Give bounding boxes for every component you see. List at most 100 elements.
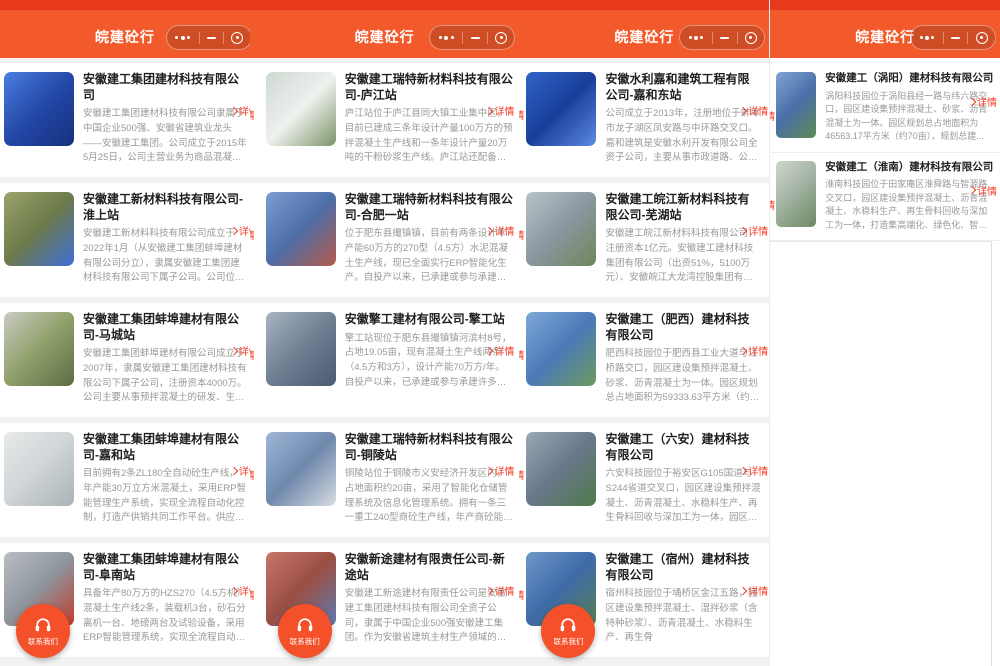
company-title: 安徽建工新材料科技有限公司-淮上站: [83, 192, 248, 223]
company-title: 安徽建工（淮南）建材科技有限公司: [825, 161, 994, 175]
more-icon[interactable]: [438, 36, 455, 40]
details-link[interactable]: 详情: [486, 583, 514, 598]
more-icon[interactable]: [688, 36, 705, 40]
company-card[interactable]: 情 安徽建工瑞特新材料科技有限公司-庐江站 庐江站位于庐江县同大镇工业集中区，目…: [250, 63, 520, 177]
contact-us-button[interactable]: 联系我们: [16, 604, 70, 658]
clipped-details-fragment: 情: [250, 467, 255, 482]
company-title: 安徽建工集团蚌埠建材有限公司-嘉和站: [83, 432, 248, 463]
miniprogram-capsule: [910, 25, 996, 50]
company-title: 安徽建工（六安）建材科技有限公司: [605, 432, 761, 463]
company-card[interactable]: 情 安徽建工（肥西）建材科技有限公司 肥西科技园位于肥西县工业大道与江桥路交口，…: [519, 303, 769, 417]
company-card[interactable]: 安徽建工集团建材科技有限公司 安徽建工集团建材科技有限公司隶属于中国企业500强…: [0, 63, 250, 177]
details-label: 详情: [748, 463, 768, 478]
exit-icon[interactable]: [495, 32, 507, 44]
details-link[interactable]: 详情: [231, 343, 250, 358]
company-card[interactable]: 情 安徽建工皖江新材料科技有限公司-芜湖站 安徽建工皖江新材料科技有限公司，注册…: [519, 183, 769, 297]
exit-icon[interactable]: [976, 32, 988, 44]
details-link[interactable]: 详情: [486, 103, 514, 118]
details-link[interactable]: 详情: [486, 343, 514, 358]
empty-page-area: [770, 241, 992, 666]
details-link[interactable]: 详情: [969, 183, 997, 198]
company-card[interactable]: 安徽建工新材料科技有限公司-淮上站 安徽建工新材料科技有限公司成立于2022年1…: [0, 183, 250, 297]
clipped-details-fragment: 情: [769, 197, 775, 212]
details-link[interactable]: 详情: [740, 343, 768, 358]
details-link[interactable]: 详情: [740, 103, 768, 118]
company-card[interactable]: 情 安徽擎工建材有限公司-擎工站 擎工站现位于肥东县撮镇镇河滨村8号，占地19.…: [250, 303, 520, 417]
card-text: 安徽建工皖江新材料科技有限公司-芜湖站 安徽建工皖江新材料科技有限公司，注册资本…: [605, 192, 761, 286]
company-card[interactable]: 情 安徽建工瑞特新材料科技有限公司-铜陵站 铜陵站位于铜陵市义安经济开发区内，占…: [250, 423, 520, 537]
company-title: 安徽建工（肥西）建材科技有限公司: [605, 312, 761, 343]
details-label: 详情: [748, 103, 768, 118]
headset-icon: [295, 615, 315, 635]
details-label: 详情: [239, 103, 250, 118]
company-description: 具备年产80万方的HZS270（4.5方机）混凝土生产线2条，装载机3台，砂石分…: [83, 587, 248, 646]
app-header: 皖建砼行: [250, 0, 520, 58]
company-title: 安徽建工瑞特新材料科技有限公司-铜陵站: [345, 432, 514, 463]
minimize-icon[interactable]: [471, 37, 480, 39]
card-text: 安徽水利嘉和建筑工程有限公司-嘉和东站 公司成立于2013年，注册地位于蚌埠市龙…: [605, 72, 761, 166]
details-label: 详情: [494, 583, 514, 598]
city-street-plant-photo: [266, 312, 336, 386]
details-link[interactable]: 详情: [486, 463, 514, 478]
details-label: 详情: [748, 343, 768, 358]
chevron-right-icon: [739, 346, 747, 354]
minimize-icon[interactable]: [207, 37, 216, 39]
clipped-details-fragment: 情: [769, 108, 775, 123]
industrial-park-render-photo: [526, 312, 596, 386]
details-link[interactable]: 详情: [740, 463, 768, 478]
details-label: 详情: [977, 94, 997, 109]
contact-us-label: 联系我们: [28, 636, 58, 647]
company-card[interactable]: 情 安徽建工（淮南）建材科技有限公司 淮南科技园位于田家庵区淮舜路与智源路交叉口…: [770, 153, 1000, 242]
exit-icon[interactable]: [231, 32, 243, 44]
details-label: 详情: [494, 103, 514, 118]
more-icon[interactable]: [174, 36, 191, 40]
details-link[interactable]: 详情: [486, 223, 514, 238]
chevron-right-icon: [485, 586, 493, 594]
details-link[interactable]: 详情: [969, 94, 997, 109]
chevron-right-icon: [739, 586, 747, 594]
capsule-divider: [462, 32, 463, 44]
company-card[interactable]: 安徽建工集团蚌埠建材有限公司-马城站 安徽建工集团蚌埠建材有限公司成立于2007…: [0, 303, 250, 417]
minimize-icon[interactable]: [951, 37, 960, 39]
company-list: 情 安徽建工（涡阳）建材科技有限公司 涡阳科技园位于涡阳县经一路与纬六路交口，园…: [770, 58, 1000, 241]
minimize-icon[interactable]: [720, 37, 729, 39]
more-icon[interactable]: [918, 36, 935, 40]
details-label: 详情: [239, 463, 250, 478]
aerial-batching-plant-photo: [4, 312, 74, 386]
app-header: 皖建砼行: [770, 0, 1000, 58]
app-header: 皖建砼行: [519, 0, 769, 58]
company-card[interactable]: 情 安徽建工（涡阳）建材科技有限公司 涡阳科技园位于涡阳县经一路与纬六路交口，园…: [770, 64, 1000, 153]
exit-icon[interactable]: [745, 32, 757, 44]
capsule-divider: [712, 32, 713, 44]
chevron-right-icon: [485, 226, 493, 234]
screen-3: 皖建砼行 情 安徽水利嘉和建筑工程有限公司-嘉和东站 公司成立于2013年，注册…: [519, 0, 769, 666]
status-strip: [519, 0, 769, 10]
details-link[interactable]: 详情: [231, 103, 250, 118]
chevron-right-icon: [968, 186, 976, 194]
clipped-details-fragment: 情: [519, 107, 524, 122]
company-title: 安徽擎工建材有限公司-擎工站: [345, 312, 514, 328]
company-card[interactable]: 情 安徽建工（六安）建材科技有限公司 六安科技园位于裕安区G105国道与S244…: [519, 423, 769, 537]
screen-4: 皖建砼行 情 安徽建工（涡阳）建材科技有限公司 涡阳科技园位于涡阳县经一路与纬六…: [769, 0, 1000, 666]
details-link[interactable]: 详情: [231, 583, 250, 598]
contact-us-button[interactable]: 联系我们: [278, 604, 332, 658]
details-label: 详情: [239, 583, 250, 598]
company-card[interactable]: 情 安徽建工瑞特新材料科技有限公司-合肥一站 位于肥东县撮镇镇，目前有两条设计年…: [250, 183, 520, 297]
headset-icon: [558, 615, 578, 635]
company-card[interactable]: 情 安徽水利嘉和建筑工程有限公司-嘉和东站 公司成立于2013年，注册地位于蚌埠…: [519, 63, 769, 177]
chevron-right-icon: [485, 466, 493, 474]
clipped-details-fragment: 情: [519, 467, 524, 482]
app-header: 皖建砼行: [0, 0, 250, 58]
miniprogram-capsule: [679, 25, 765, 50]
details-label: 详情: [239, 223, 250, 238]
chevron-right-icon: [230, 226, 238, 234]
details-link[interactable]: 详情: [231, 463, 250, 478]
miniprogram-capsule: [429, 25, 515, 50]
details-link[interactable]: 详情: [231, 223, 250, 238]
screen-1: 皖建砼行 安徽建工集团建材科技有限公司 安徽建工集团建材科技有限公司隶属于中国企…: [0, 0, 250, 666]
details-link[interactable]: 详情: [740, 583, 768, 598]
aerial-plant-farmland-photo: [4, 192, 74, 266]
company-description: 安徽建工新材料科技有限公司成立于2022年1月（从安徽建工集团蚌埠建材有限公司分…: [83, 227, 248, 286]
company-card[interactable]: 安徽建工集团蚌埠建材有限公司-嘉和站 目前拥有2条ZL180全自动砼生产线，年产…: [0, 423, 250, 537]
details-link[interactable]: 详情: [740, 223, 768, 238]
